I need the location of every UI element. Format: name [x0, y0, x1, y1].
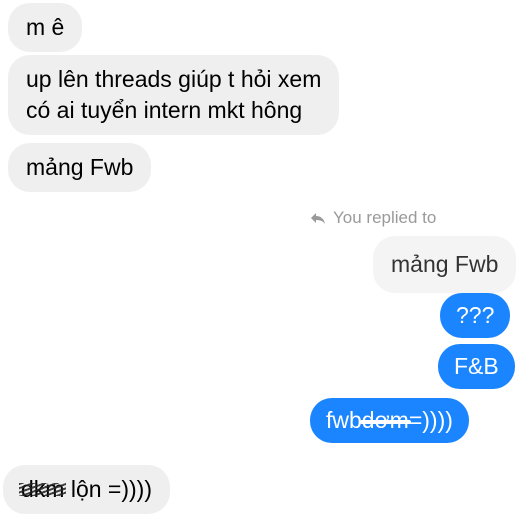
reply-arrow-icon [310, 212, 326, 225]
message-text-prefix: fwb [326, 407, 362, 433]
message-bubble-sent[interactable]: fwb dơm =)))) [310, 398, 469, 443]
message-text-line: có ai tuyển intern mkt hông [26, 97, 303, 123]
message-bubble-received[interactable]: dkm lộn =)))) [3, 465, 170, 514]
message-bubble-sent[interactable]: F&B [438, 344, 515, 389]
struck-through-text: dơm [359, 405, 411, 436]
message-text-suffix: =)))) [408, 407, 453, 433]
reply-indicator-label: You replied to [333, 208, 437, 227]
message-bubble-received[interactable]: up lên threads giúp t hỏi xem có ai tuyể… [8, 55, 340, 135]
message-text: mảng Fwb [26, 154, 134, 180]
message-text-line: up lên threads giúp t hỏi xem [26, 66, 322, 92]
message-text: lộn =)))) [64, 476, 152, 502]
message-bubble-received[interactable]: mảng Fwb [8, 143, 152, 192]
scribbled-out-text: dkm [18, 474, 67, 505]
message-bubble-received[interactable]: m ê [8, 3, 83, 52]
message-text: m ê [26, 14, 65, 40]
message-text: ??? [456, 302, 495, 328]
quoted-message-text: mảng Fwb [391, 251, 499, 277]
reply-indicator: You replied to [310, 208, 436, 228]
message-text: F&B [454, 353, 499, 379]
quoted-message[interactable]: mảng Fwb [373, 236, 517, 293]
message-bubble-sent[interactable]: ??? [440, 293, 511, 338]
chat-thread: m ê up lên threads giúp t hỏi xem có ai … [0, 0, 526, 521]
